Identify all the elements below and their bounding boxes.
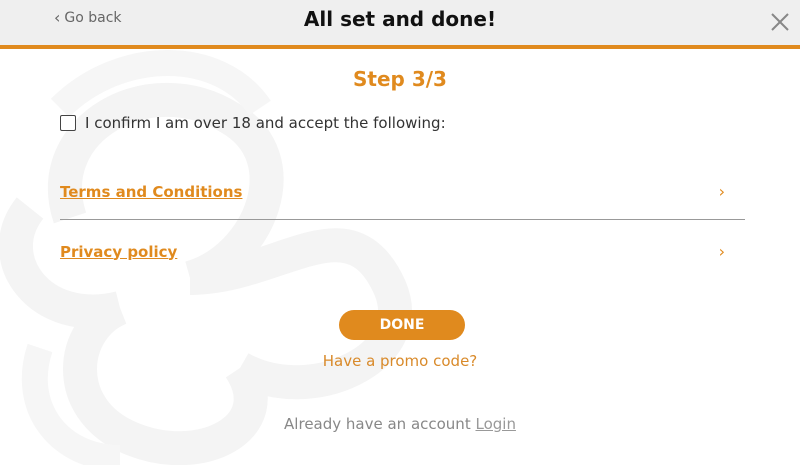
close-button[interactable]	[768, 10, 792, 34]
close-icon	[771, 13, 789, 31]
divider	[60, 219, 745, 220]
age-confirm-label: I confirm I am over 18 and accept the fo…	[85, 114, 446, 132]
account-text: Already have an account	[284, 415, 471, 433]
done-button[interactable]: DONE	[339, 310, 465, 340]
privacy-link[interactable]: Privacy policy	[60, 243, 177, 261]
chevron-right-icon: ›	[718, 182, 725, 201]
age-confirm-row: I confirm I am over 18 and accept the fo…	[60, 114, 446, 132]
account-prompt: Already have an account Login	[0, 415, 800, 433]
login-link[interactable]: Login	[475, 415, 515, 433]
terms-link[interactable]: Terms and Conditions	[60, 183, 242, 201]
chevron-right-icon: ›	[718, 242, 725, 261]
age-confirm-checkbox[interactable]	[60, 115, 76, 131]
privacy-link-row[interactable]: Privacy policy ›	[60, 242, 745, 261]
step-indicator: Step 3/3	[353, 67, 447, 91]
terms-link-row[interactable]: Terms and Conditions ›	[60, 182, 745, 201]
page-title: All set and done!	[303, 7, 497, 31]
promo-code-link[interactable]: Have a promo code?	[0, 352, 800, 370]
header-bar: ‹ Go back All set and done!	[0, 0, 800, 49]
